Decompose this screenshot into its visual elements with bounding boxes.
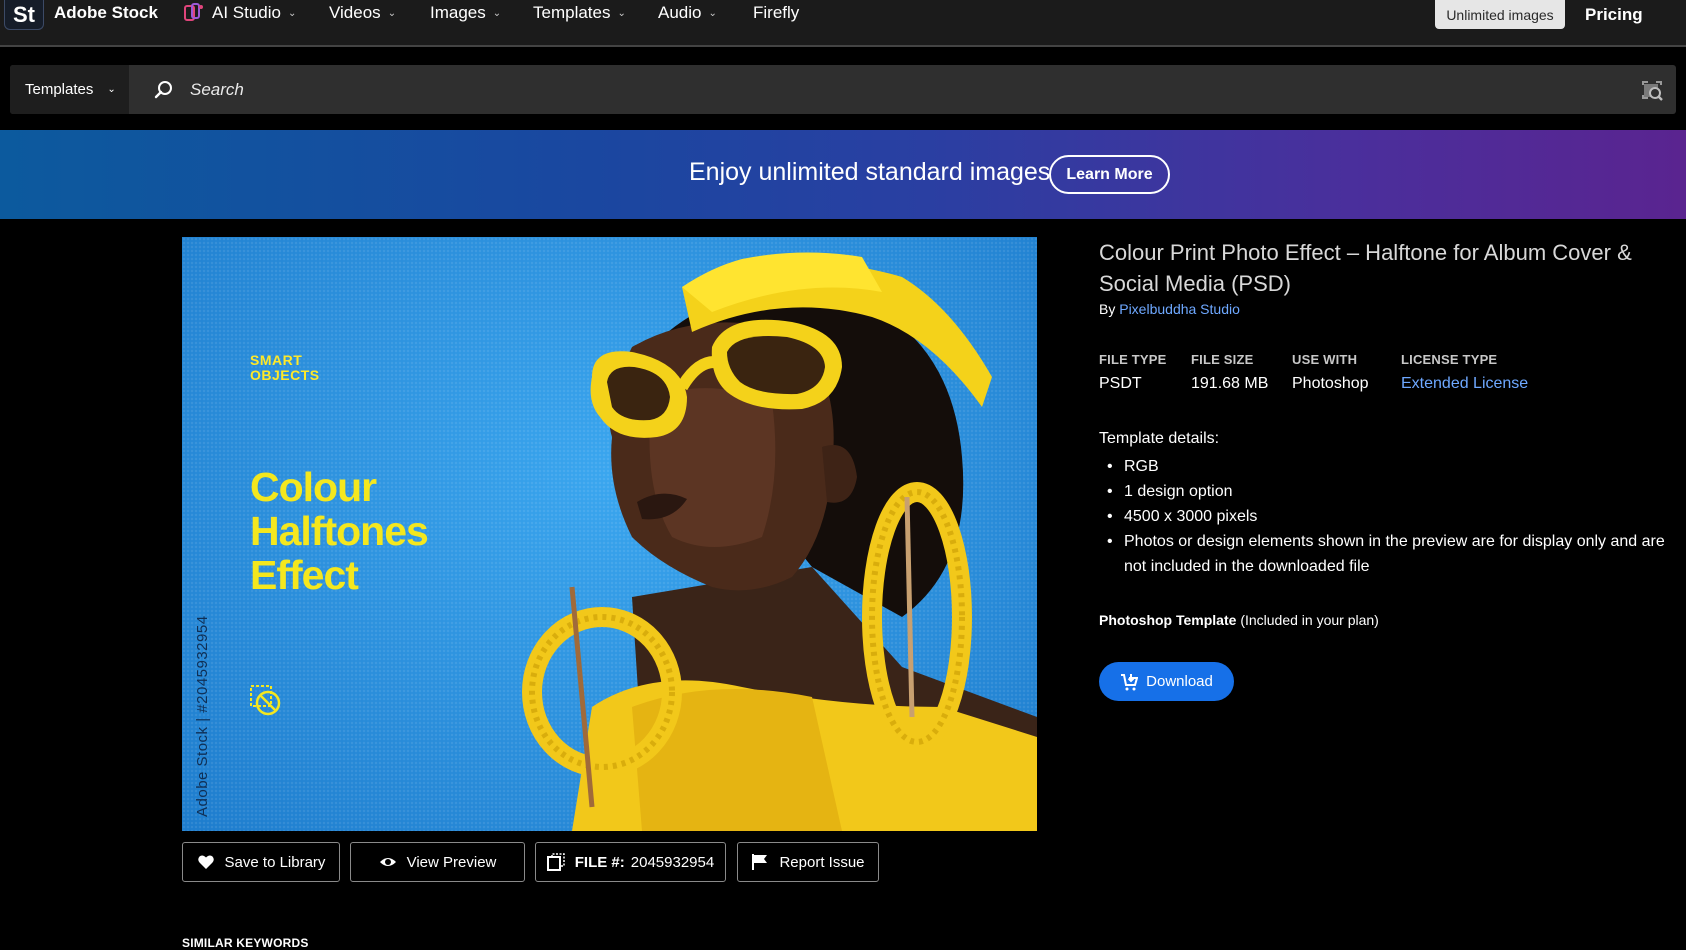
plan-type: Photoshop Template — [1099, 612, 1237, 628]
cart-download-icon — [1121, 673, 1139, 690]
search-category-select[interactable]: Templates ⌄ — [10, 65, 129, 114]
meta-value: Photoshop — [1292, 375, 1369, 392]
download-button[interactable]: Download — [1099, 662, 1234, 701]
nav-videos[interactable]: Videos ⌄ — [329, 3, 396, 23]
plan-info: Photoshop Template (Included in your pla… — [1099, 612, 1379, 628]
copy-icon — [546, 853, 565, 871]
smart-objects-label: SMART OBJECTS — [250, 353, 320, 383]
title-line: Halftones — [250, 508, 429, 554]
banner-text: Enjoy unlimited standard images — [689, 158, 1051, 186]
report-issue-button[interactable]: Report Issue — [737, 842, 879, 882]
flag-icon — [752, 854, 768, 870]
meta-value: PSDT — [1099, 375, 1142, 392]
view-preview-button[interactable]: View Preview — [350, 842, 525, 882]
list-item: 1 design option — [1099, 479, 1679, 504]
title-line: Effect — [250, 552, 359, 598]
nav-label: Templates — [533, 3, 611, 22]
ai-studio-icon — [184, 3, 203, 21]
chevron-down-icon: ⌄ — [387, 7, 397, 19]
category-label: Templates — [25, 81, 94, 98]
plan-note: (Included in your plan) — [1240, 612, 1379, 628]
preview-title: Colour Halftones Effect — [250, 464, 429, 598]
heart-icon — [197, 855, 214, 869]
list-item: 4500 x 3000 pixels — [1099, 504, 1679, 529]
meta-label: LICENSE TYPE — [1401, 352, 1498, 367]
template-details-list: RGB 1 design option 4500 x 3000 pixels P… — [1099, 454, 1679, 579]
nav-label: Firefly — [753, 3, 800, 22]
meta-label: FILE SIZE — [1191, 352, 1254, 367]
license-link[interactable]: Extended License — [1401, 375, 1528, 393]
chevron-down-icon: ⌄ — [617, 7, 626, 19]
nav-images[interactable]: Images ⌄ — [430, 3, 501, 23]
meta-file-type: FILE TYPE PSDT — [1099, 352, 1167, 393]
template-details-heading: Template details: — [1099, 430, 1220, 447]
meta-value: 191.68 MB — [1191, 375, 1269, 392]
author-link[interactable]: Pixelbuddha Studio — [1119, 301, 1240, 317]
nav-ai-studio[interactable]: AI Studio ⌄ — [184, 3, 296, 23]
unlimited-images-button[interactable]: Unlimited images — [1435, 0, 1565, 29]
chevron-down-icon: ⌄ — [708, 7, 717, 19]
meta-use-with: USE WITH Photoshop — [1292, 352, 1369, 393]
smart-line: SMART — [250, 352, 303, 368]
meta-label: FILE TYPE — [1099, 352, 1167, 367]
brand-name[interactable]: Adobe Stock — [54, 3, 158, 23]
smart-object-badge-icon — [250, 685, 281, 716]
top-navigation: St Adobe Stock AI Studio ⌄ Videos ⌄ Imag… — [0, 0, 1686, 47]
save-label: Save to Library — [224, 853, 326, 871]
nav-templates[interactable]: Templates ⌄ — [533, 3, 626, 23]
byline: By Pixelbuddha Studio — [1099, 301, 1240, 317]
meta-file-size: FILE SIZE 191.68 MB — [1191, 352, 1268, 393]
learn-more-button[interactable]: Learn More — [1049, 155, 1170, 194]
chevron-down-icon: ⌄ — [492, 7, 502, 19]
search-icon[interactable] — [153, 79, 175, 101]
portrait-illustration — [522, 252, 1037, 831]
meta-label: USE WITH — [1292, 352, 1358, 367]
download-label: Download — [1146, 673, 1213, 690]
list-item: Photos or design elements shown in the p… — [1099, 529, 1679, 579]
list-item: RGB — [1099, 454, 1679, 479]
visual-search-icon[interactable] — [1640, 79, 1664, 101]
search-input[interactable] — [190, 75, 1590, 105]
nav-label: Audio — [658, 3, 702, 22]
report-label: Report Issue — [779, 853, 865, 871]
watermark-vertical-text: Adobe Stock | #2045932954 — [194, 615, 211, 817]
nav-label: Images — [430, 3, 486, 22]
file-label: FILE #: — [574, 853, 625, 871]
search-bar: Templates ⌄ — [10, 65, 1676, 114]
nav-label: Videos — [329, 3, 381, 22]
asset-preview-image[interactable]: SMART OBJECTS Colour Halftones Effect Ad… — [182, 237, 1037, 831]
eye-icon — [379, 858, 396, 866]
logo-text: St — [13, 1, 35, 27]
file-number: 2045932954 — [630, 853, 715, 871]
promo-banner: Enjoy unlimited standard images Learn Mo… — [0, 130, 1686, 219]
pricing-link[interactable]: Pricing — [1585, 5, 1643, 25]
asset-title: Colour Print Photo Effect – Halftone for… — [1099, 240, 1632, 296]
chevron-down-icon: ⌄ — [288, 7, 297, 19]
file-number-button[interactable]: FILE #: 2045932954 — [535, 842, 726, 882]
title-line: Colour — [250, 464, 377, 510]
objects-line: OBJECTS — [250, 367, 320, 383]
nav-label: AI Studio — [212, 3, 281, 22]
chevron-down-icon: ⌄ — [107, 84, 116, 95]
view-preview-label: View Preview — [406, 853, 497, 871]
save-to-library-button[interactable]: Save to Library — [182, 842, 340, 882]
nav-firefly[interactable]: Firefly — [753, 3, 799, 23]
nav-audio[interactable]: Audio ⌄ — [658, 3, 717, 23]
adobe-stock-logo[interactable]: St — [4, 0, 44, 30]
meta-license-type: LICENSE TYPE Extended License — [1401, 352, 1528, 393]
by-label: By — [1099, 301, 1116, 317]
